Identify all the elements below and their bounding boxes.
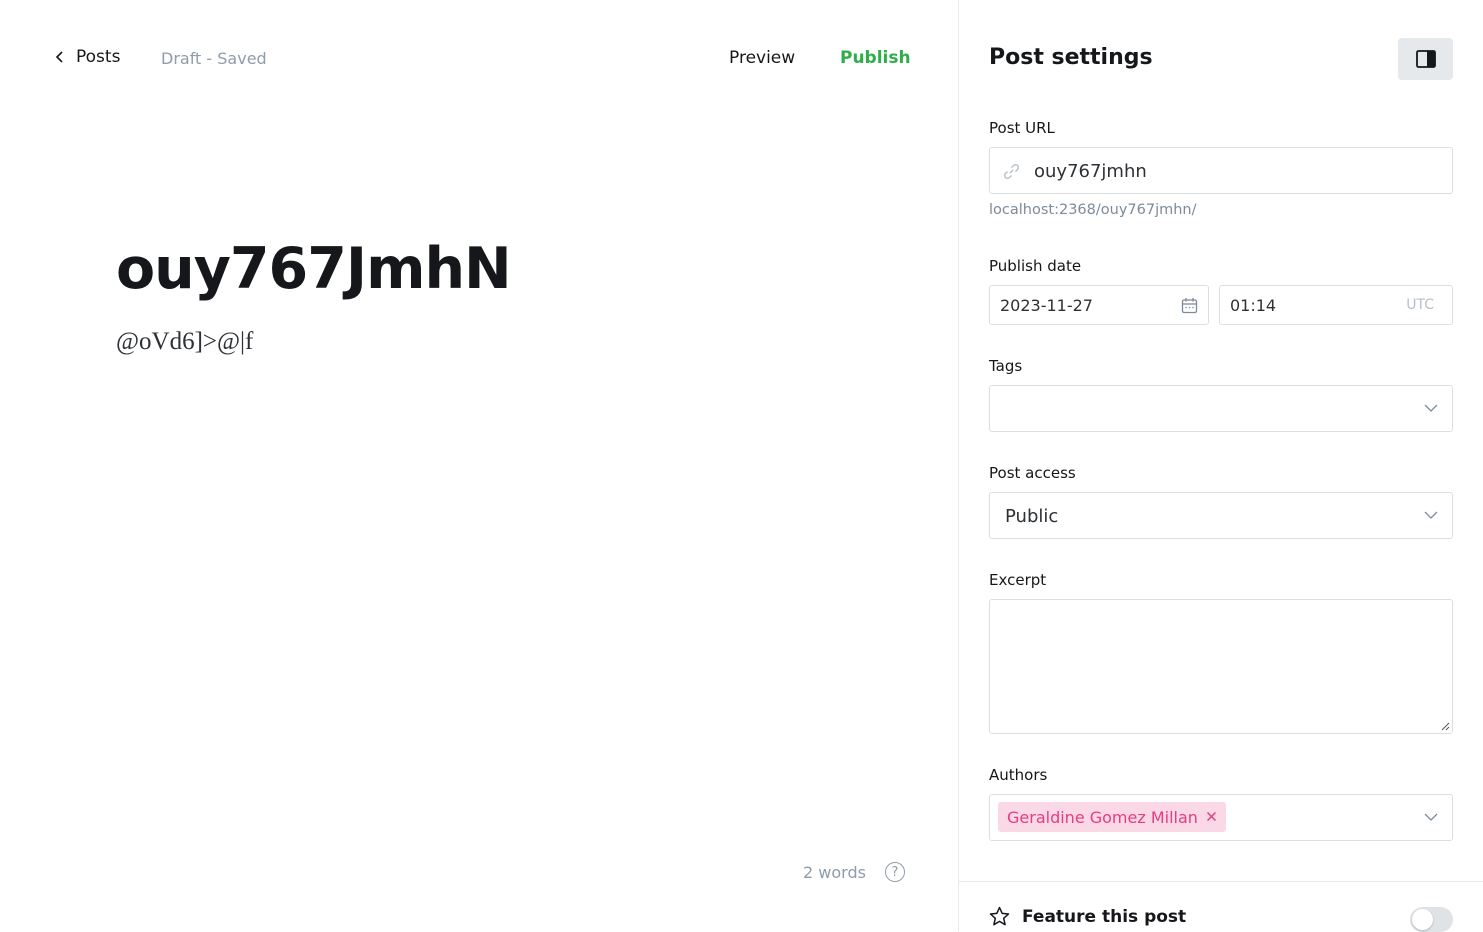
publish-date-input[interactable]: 2023-11-27	[989, 285, 1209, 325]
resize-handle-icon[interactable]	[1440, 721, 1450, 731]
post-url-value: ouy767jmhn	[1034, 161, 1147, 182]
post-access-select[interactable]: Public	[989, 492, 1453, 539]
sidebar-toggle-icon	[1415, 50, 1436, 68]
author-chip[interactable]: Geraldine Gomez Millan	[998, 802, 1226, 832]
back-label: Posts	[76, 47, 121, 67]
post-body[interactable]: @oVd6]>@|f	[116, 328, 253, 356]
editor-topbar: Posts Draft - Saved Preview Publish	[0, 0, 958, 118]
post-settings-sidebar: Post settings Post URL ouy767jmhn localh…	[958, 0, 1483, 932]
link-icon	[1003, 163, 1020, 180]
save-status: Draft - Saved	[161, 49, 267, 68]
chevron-down-icon	[1424, 511, 1438, 519]
chevron-left-icon	[55, 51, 63, 63]
publish-date-label: Publish date	[989, 257, 1082, 275]
authors-label: Authors	[989, 766, 1048, 784]
chevron-down-icon	[1424, 813, 1438, 821]
feature-post-label: Feature this post	[1022, 906, 1187, 927]
post-url-hint: localhost:2368/ouy767jmhn/	[989, 202, 1197, 218]
editor-pane: Posts Draft - Saved Preview Publish ouy7…	[0, 0, 958, 931]
author-name: Geraldine Gomez Millan	[1007, 807, 1198, 827]
star-icon	[989, 906, 1010, 926]
preview-button[interactable]: Preview	[729, 48, 795, 68]
close-icon[interactable]	[1206, 811, 1217, 822]
excerpt-label: Excerpt	[989, 571, 1047, 589]
publish-time-value: 01:14	[1230, 296, 1277, 315]
timezone-label: UTC	[1406, 297, 1434, 313]
feature-post-row: Feature this post	[989, 906, 1186, 927]
excerpt-textarea[interactable]	[989, 599, 1453, 734]
tags-select[interactable]	[989, 385, 1453, 432]
publish-date-value: 2023-11-27	[1000, 296, 1093, 315]
post-url-input[interactable]: ouy767jmhn	[989, 147, 1453, 194]
tags-label: Tags	[989, 357, 1023, 375]
chevron-down-icon	[1424, 404, 1438, 412]
post-access-value: Public	[1005, 506, 1059, 527]
publish-button[interactable]: Publish	[840, 48, 911, 68]
authors-select[interactable]: Geraldine Gomez Millan	[989, 794, 1453, 841]
calendar-icon[interactable]	[1181, 297, 1198, 314]
post-access-label: Post access	[989, 464, 1076, 482]
post-title[interactable]: ouy767JmhN	[116, 236, 512, 302]
sidebar-toggle-button[interactable]	[1398, 38, 1453, 80]
toggle-knob	[1412, 909, 1433, 930]
sidebar-title: Post settings	[989, 45, 1153, 70]
word-count: 2 words	[803, 863, 866, 882]
feature-post-toggle[interactable]	[1410, 907, 1453, 932]
publish-time-input[interactable]: 01:14 UTC	[1219, 285, 1453, 325]
back-to-posts-link[interactable]: Posts	[54, 47, 120, 67]
post-url-label: Post URL	[989, 119, 1055, 137]
help-icon[interactable]: ?	[885, 862, 905, 882]
sidebar-divider	[959, 881, 1483, 882]
